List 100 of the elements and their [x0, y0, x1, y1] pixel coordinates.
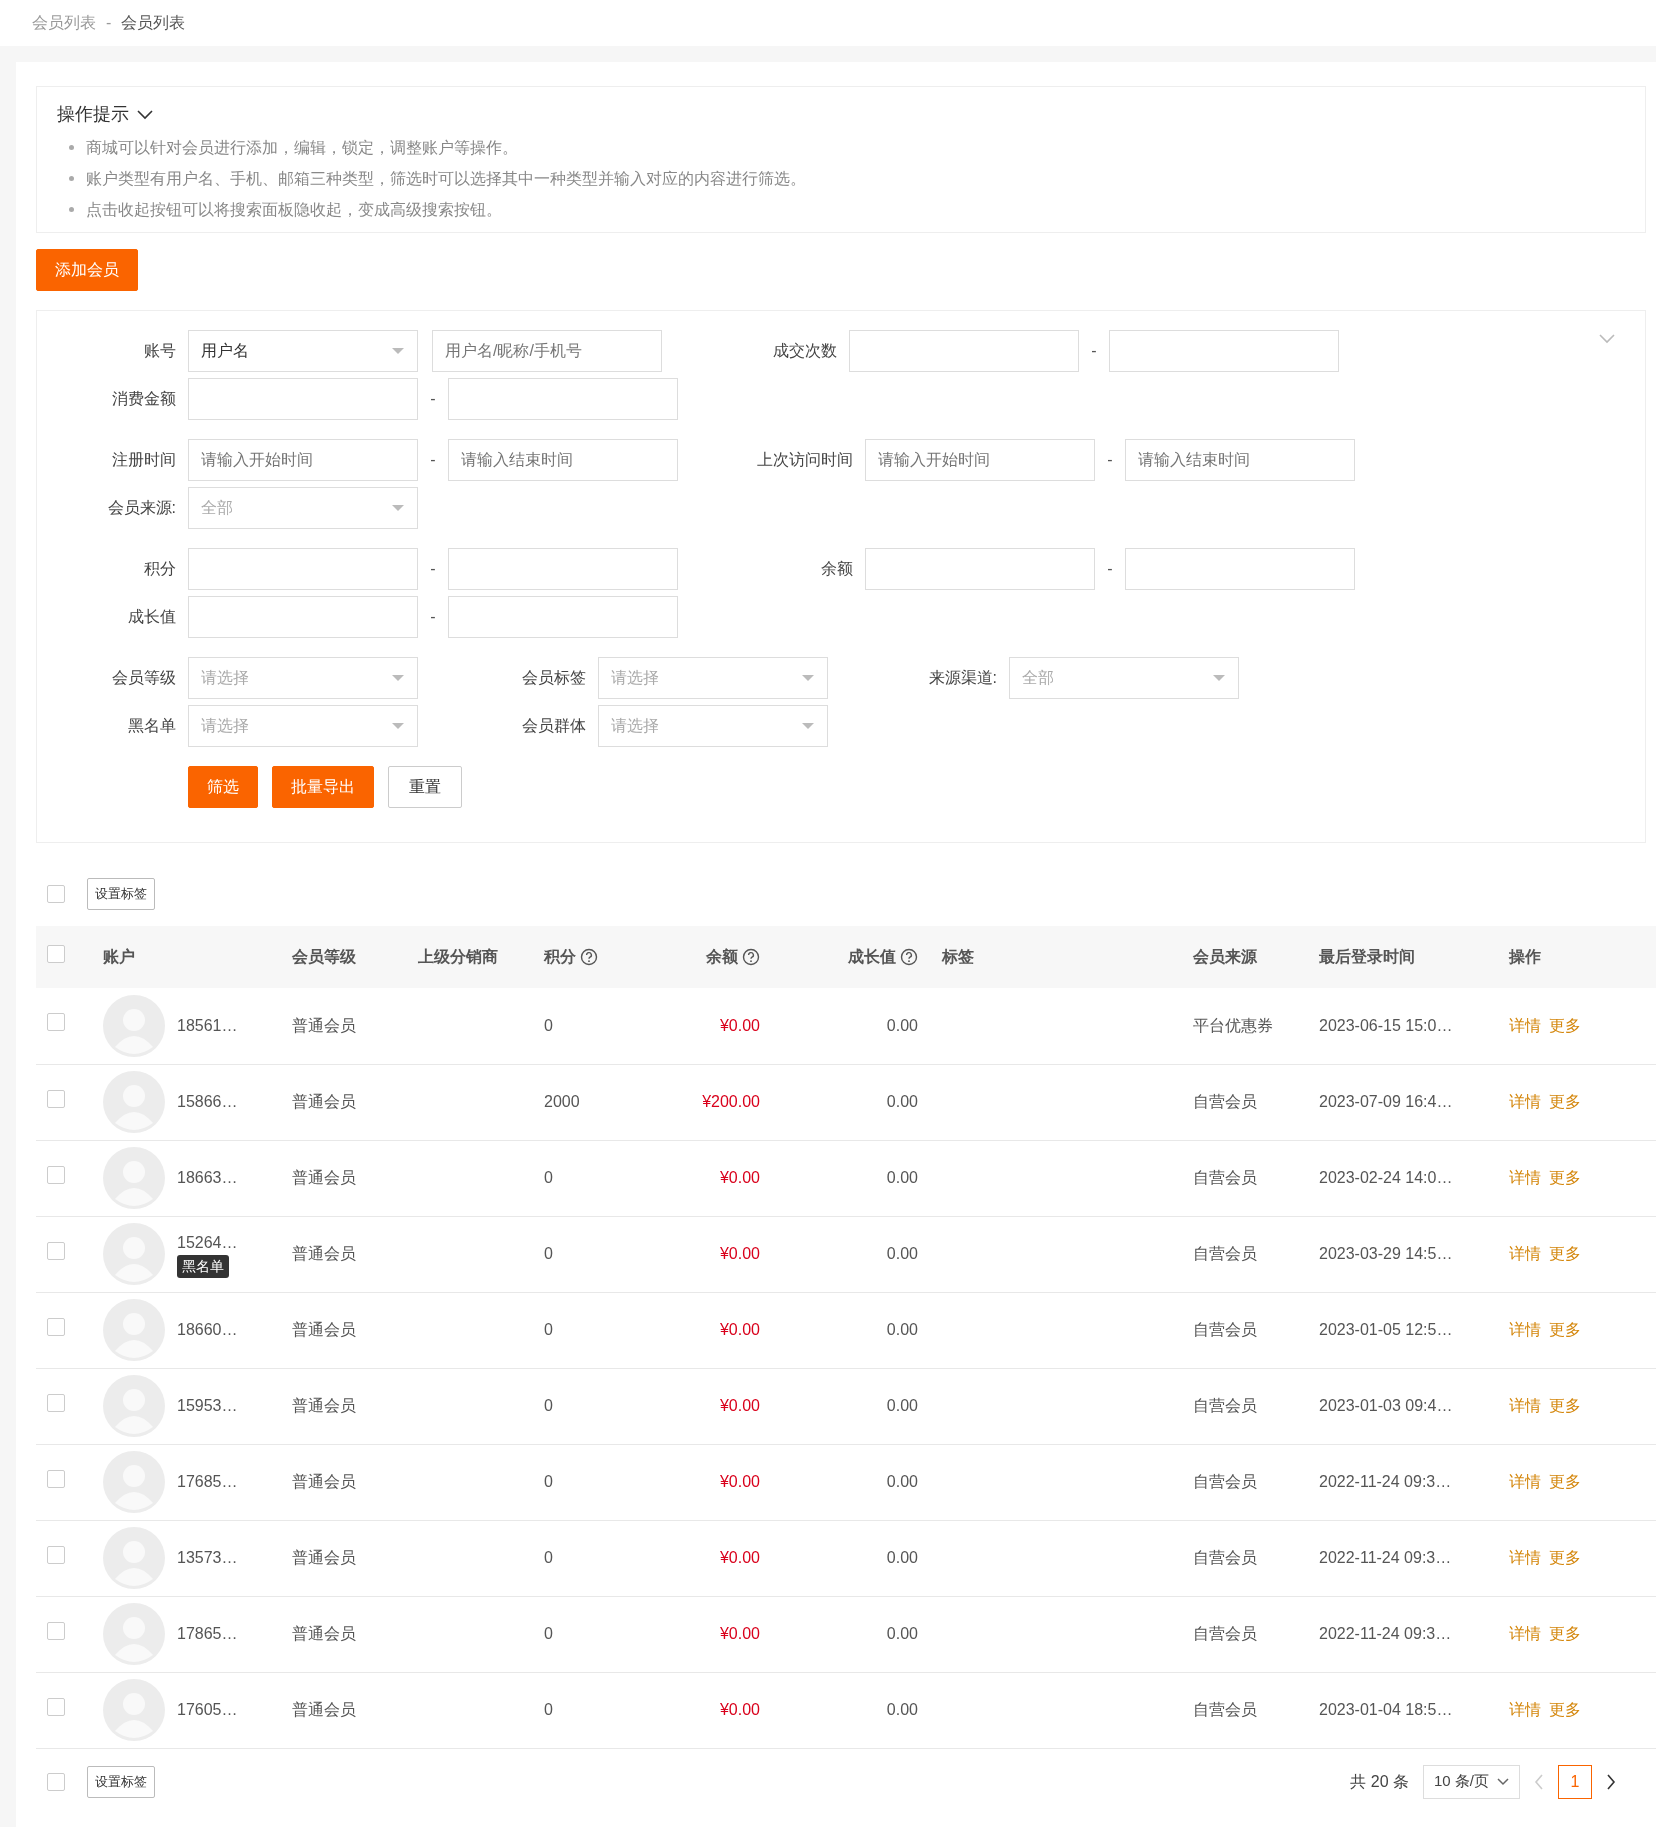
action-link[interactable]: 更多	[1549, 1245, 1581, 1262]
collapse-icon	[1599, 333, 1615, 344]
table-cell-text: 2023-01-05 12:5…	[1319, 1321, 1453, 1338]
table-cell-text: 普通会员	[292, 1397, 356, 1414]
page-number[interactable]: 1	[1558, 1764, 1592, 1799]
select-field[interactable]: 请选择	[598, 705, 828, 747]
table-cell-text: 0	[544, 1245, 553, 1262]
checkbox[interactable]	[47, 1393, 65, 1412]
select-field[interactable]: 全部	[188, 487, 418, 529]
reset-button[interactable]: 重置	[388, 766, 462, 808]
table-cell-text: 0	[544, 1701, 553, 1718]
add-member-button[interactable]: 添加会员	[36, 249, 138, 291]
input-field[interactable]	[865, 548, 1095, 590]
range-dash: -	[1106, 559, 1114, 579]
checkbox[interactable]	[47, 1241, 65, 1260]
checkbox[interactable]	[47, 1621, 65, 1640]
blacklist-badge: 黑名单	[177, 1254, 229, 1278]
checkbox[interactable]	[47, 1013, 65, 1032]
action-link[interactable]: 详情	[1509, 1169, 1541, 1186]
input-field[interactable]: 用户名/昵称/手机号	[432, 330, 662, 372]
table-cell-text: 普通会员	[292, 1549, 356, 1566]
previous-page-icon[interactable]	[1534, 1773, 1544, 1790]
input-field[interactable]	[1125, 548, 1355, 590]
action-link[interactable]: 详情	[1509, 1093, 1541, 1110]
action-link[interactable]: 更多	[1549, 1093, 1581, 1110]
action-link[interactable]: 详情	[1509, 1473, 1541, 1490]
tips-title[interactable]: 操作提示	[57, 101, 129, 128]
range-dash: -	[429, 607, 437, 627]
field-label: 余额	[820, 559, 854, 579]
action-link[interactable]: 更多	[1549, 1701, 1581, 1718]
input-field[interactable]: 请输入开始时间	[188, 439, 418, 481]
table-cell-text: 0.00	[886, 1549, 918, 1566]
action-link[interactable]: 详情	[1509, 1397, 1541, 1414]
table-cell-text: 普通会员	[292, 1245, 356, 1262]
action-link[interactable]: 详情	[1509, 1625, 1541, 1642]
checkbox[interactable]	[47, 885, 65, 903]
filter-button[interactable]: 筛选	[188, 766, 258, 808]
table-cell-text: 2022-11-24 09:3…	[1319, 1549, 1452, 1566]
next-page-icon[interactable]	[1606, 1773, 1616, 1790]
action-link[interactable]: 更多	[1549, 1321, 1581, 1338]
input-field[interactable]	[448, 548, 678, 590]
action-link[interactable]: 详情	[1509, 1549, 1541, 1566]
account-text: 17865…	[177, 1624, 238, 1644]
table-cell-text: 0.00	[886, 1397, 918, 1414]
page-size-select[interactable]: 10 条/页	[1422, 1764, 1520, 1799]
action-link[interactable]: 详情	[1509, 1016, 1541, 1034]
select-field[interactable]: 请选择	[598, 657, 828, 699]
caret-icon	[391, 347, 405, 355]
table-cell-text: 自营会员	[1193, 1093, 1257, 1110]
checkbox[interactable]	[47, 1469, 65, 1488]
column-header: 会员等级	[292, 947, 356, 967]
column-header: 成长值	[848, 947, 896, 967]
input-field[interactable]	[448, 378, 678, 420]
checkbox[interactable]	[47, 1165, 65, 1184]
checkbox[interactable]	[47, 1772, 65, 1791]
input-field[interactable]: 请输入结束时间	[448, 439, 678, 481]
input-field[interactable]	[188, 378, 418, 420]
action-link[interactable]: 更多	[1549, 1169, 1581, 1186]
field-label: 会员群体	[521, 716, 587, 736]
action-link[interactable]: 更多	[1549, 1625, 1581, 1642]
action-link[interactable]: 详情	[1509, 1701, 1541, 1718]
table-cell-text: 自营会员	[1193, 1473, 1257, 1490]
input-field[interactable]: 请输入开始时间	[865, 439, 1095, 481]
breadcrumb-item[interactable]: 会员列表	[32, 11, 96, 35]
set-tag-button[interactable]: 设置标签	[87, 878, 155, 910]
field-label: 会员来源:	[106, 498, 177, 518]
table-cell-text: 0	[544, 1549, 553, 1566]
column-header: 会员来源	[1193, 947, 1257, 967]
table-cell-text: 普通会员	[292, 1016, 356, 1034]
input-field[interactable]	[448, 596, 678, 638]
action-link[interactable]: 更多	[1549, 1397, 1581, 1414]
breadcrumb-item[interactable]: 会员列表	[121, 11, 186, 35]
caret-icon	[391, 722, 405, 730]
input-field[interactable]	[188, 548, 418, 590]
checkbox[interactable]	[47, 1089, 65, 1108]
select-field[interactable]: 用户名	[188, 330, 418, 372]
table-cell-text: 0	[544, 1321, 553, 1338]
action-link[interactable]: 更多	[1549, 1549, 1581, 1566]
checkbox[interactable]	[47, 944, 65, 963]
action-link[interactable]: 更多	[1549, 1016, 1581, 1034]
set-tag-button[interactable]: 设置标签	[87, 1765, 155, 1798]
input-field[interactable]	[849, 330, 1079, 372]
table-cell-text: 2023-02-24 14:0…	[1319, 1169, 1453, 1186]
checkbox[interactable]	[47, 1317, 65, 1336]
checkbox[interactable]	[47, 1545, 65, 1564]
select-field[interactable]: 全部	[1009, 657, 1239, 699]
input-field[interactable]	[188, 596, 418, 638]
range-dash: -	[1106, 450, 1114, 470]
action-link[interactable]: 详情	[1509, 1245, 1541, 1262]
select-field[interactable]: 请选择	[188, 657, 418, 699]
field-label: 上次访问时间	[756, 450, 854, 470]
action-link[interactable]: 详情	[1509, 1321, 1541, 1338]
select-field[interactable]: 请选择	[188, 705, 418, 747]
filter-button[interactable]: 批量导出	[272, 766, 374, 808]
column-header: 操作	[1509, 947, 1541, 967]
input-field[interactable]: 请输入结束时间	[1125, 439, 1355, 481]
input-field[interactable]	[1109, 330, 1339, 372]
action-link[interactable]: 更多	[1549, 1473, 1581, 1490]
checkbox[interactable]	[47, 1697, 65, 1716]
table-cell-text: 2000	[544, 1093, 580, 1110]
